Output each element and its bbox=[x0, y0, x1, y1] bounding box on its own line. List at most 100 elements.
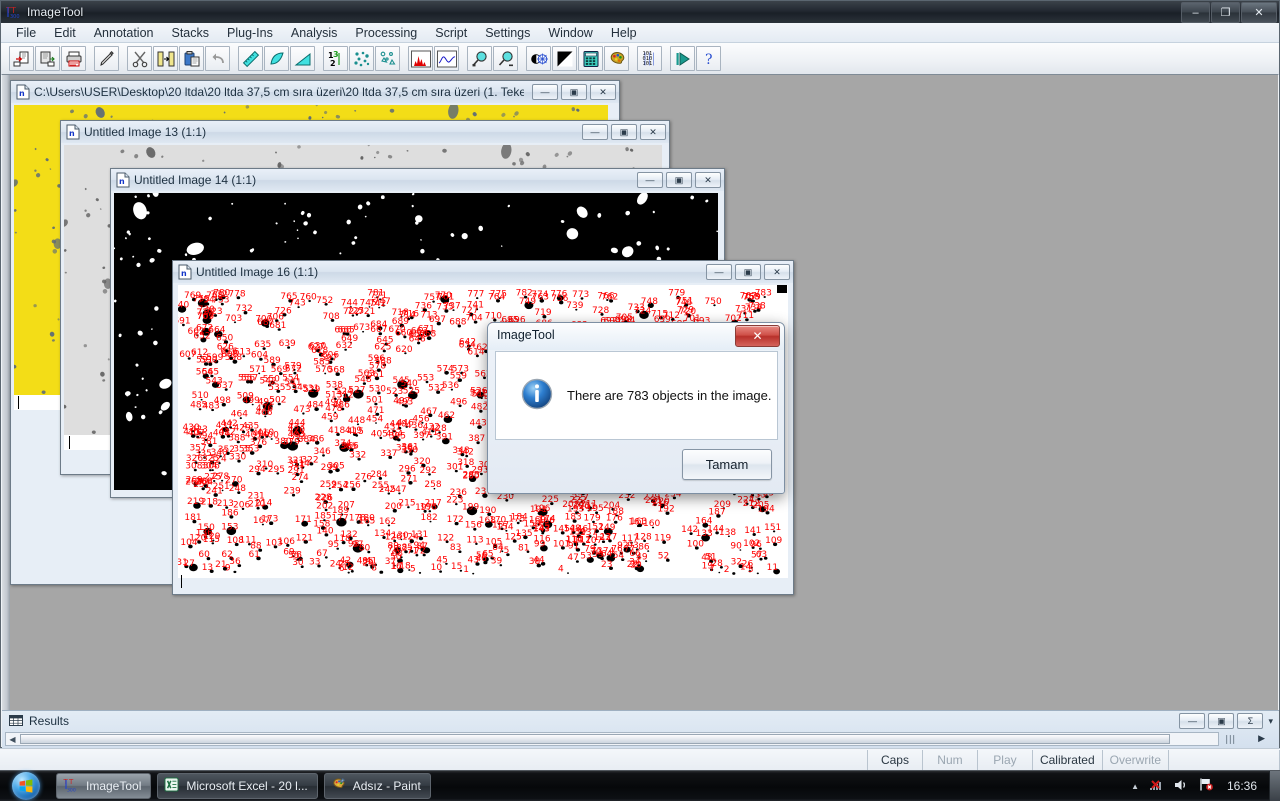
scroll-right-arrow-icon[interactable]: ▶ bbox=[1258, 733, 1265, 744]
status-play[interactable]: Play bbox=[976, 749, 1032, 770]
close-button[interactable]: Σ bbox=[1237, 713, 1264, 729]
status-overwrite[interactable]: Overwrite bbox=[1101, 749, 1168, 770]
restore-button[interactable]: ▣ bbox=[666, 172, 692, 188]
start-button[interactable] bbox=[2, 771, 50, 801]
help-icon[interactable]: ? bbox=[696, 46, 721, 71]
image-window-14-titlebar[interactable]: n Untitled Image 14 (1:1) — ▣ ✕ bbox=[111, 169, 724, 192]
close-button[interactable]: ✕ bbox=[695, 172, 721, 188]
open-image-icon[interactable] bbox=[9, 46, 34, 71]
line-profile-icon[interactable] bbox=[434, 46, 459, 71]
palette-icon[interactable] bbox=[604, 46, 629, 71]
undo-icon[interactable] bbox=[205, 46, 230, 71]
menu-analysis[interactable]: Analysis bbox=[282, 24, 347, 42]
menu-stacks[interactable]: Stacks bbox=[162, 24, 218, 42]
restore-button[interactable]: ▣ bbox=[1208, 713, 1235, 729]
restore-button[interactable]: ▣ bbox=[735, 264, 761, 280]
menu-window[interactable]: Window bbox=[539, 24, 601, 42]
count-objects-icon[interactable]: 1 3 2 bbox=[323, 46, 348, 71]
menu-help[interactable]: Help bbox=[602, 24, 646, 42]
image-window-13-titlebar[interactable]: n Untitled Image 13 (1:1) — ▣ ✕ bbox=[61, 121, 669, 144]
imagetool-message-dialog: ImageTool ✕ There are 783 objects in the… bbox=[487, 322, 785, 494]
particle-analysis-icon[interactable] bbox=[375, 46, 400, 71]
taskbar-clock[interactable]: 16:36 bbox=[1223, 779, 1261, 793]
svg-text:245: 245 bbox=[379, 485, 396, 495]
svg-text:16: 16 bbox=[390, 562, 402, 572]
dialog-close-button[interactable]: ✕ bbox=[735, 325, 780, 347]
svg-text:11: 11 bbox=[767, 563, 778, 573]
menu-annotation[interactable]: Annotation bbox=[85, 24, 163, 42]
area-measure-icon[interactable] bbox=[264, 46, 289, 71]
ruler-measure-icon[interactable] bbox=[238, 46, 263, 71]
svg-text:556: 556 bbox=[238, 373, 255, 383]
show-desktop-button[interactable] bbox=[1269, 771, 1280, 801]
restore-button[interactable]: ❐ bbox=[1211, 2, 1240, 23]
svg-text:397: 397 bbox=[413, 431, 430, 441]
paste-icon[interactable] bbox=[179, 46, 204, 71]
binary-ops-icon[interactable]: 101 010 101 bbox=[637, 46, 662, 71]
results-horizontal-scrollbar[interactable]: ◀ bbox=[5, 732, 1219, 746]
threshold-icon[interactable] bbox=[552, 46, 577, 71]
taskbar-item-paint[interactable]: Adsız - Paint bbox=[323, 773, 431, 799]
menu-script[interactable]: Script bbox=[426, 24, 476, 42]
menu-file[interactable]: File bbox=[7, 24, 45, 42]
dialog-ok-button[interactable]: Tamam bbox=[682, 449, 772, 480]
menu-edit[interactable]: Edit bbox=[45, 24, 85, 42]
object-analysis-icon[interactable] bbox=[349, 46, 374, 71]
minimize-button[interactable]: — bbox=[637, 172, 663, 188]
svg-text:395: 395 bbox=[389, 431, 406, 441]
scissors-cut-icon[interactable] bbox=[127, 46, 152, 71]
close-button[interactable]: ✕ bbox=[590, 84, 616, 100]
calculator-icon[interactable] bbox=[578, 46, 603, 71]
svg-text:177: 177 bbox=[331, 514, 348, 524]
dialog-titlebar[interactable]: ImageTool ✕ bbox=[488, 323, 784, 350]
svg-text:332: 332 bbox=[349, 451, 366, 461]
print-icon[interactable] bbox=[61, 46, 86, 71]
minimize-button[interactable]: — bbox=[706, 264, 732, 280]
contrast-icon[interactable] bbox=[526, 46, 551, 71]
restore-button[interactable]: ▣ bbox=[611, 124, 637, 140]
histogram-icon[interactable] bbox=[408, 46, 433, 71]
svg-text:223: 223 bbox=[446, 496, 463, 506]
image-window-16-titlebar[interactable]: n Untitled Image 16 (1:1) — ▣ ✕ bbox=[173, 261, 793, 284]
zoom-out-icon[interactable] bbox=[493, 46, 518, 71]
svg-text:2: 2 bbox=[724, 565, 730, 575]
menu-settings[interactable]: Settings bbox=[476, 24, 539, 42]
svg-text:707: 707 bbox=[197, 312, 214, 322]
close-button[interactable]: ✕ bbox=[1241, 2, 1277, 23]
results-panel: Results — ▣ Σ ▾ ◀ ∣∣∣ ▶ bbox=[2, 710, 1279, 748]
minimize-button[interactable]: — bbox=[582, 124, 608, 140]
show-hidden-icons-button[interactable]: ▲ bbox=[1131, 782, 1139, 791]
svg-text:119: 119 bbox=[654, 534, 671, 544]
close-button[interactable]: ✕ bbox=[764, 264, 790, 280]
minimize-button[interactable]: – bbox=[1181, 2, 1210, 23]
menu-plugins[interactable]: Plug-Ins bbox=[218, 24, 282, 42]
scroll-left-arrow-icon[interactable]: ◀ bbox=[6, 733, 19, 745]
minimize-button[interactable]: — bbox=[1179, 713, 1206, 729]
network-disconnected-icon[interactable] bbox=[1148, 777, 1164, 795]
image-window-source-titlebar[interactable]: n C:\Users\USER\Desktop\20 ltda\20 ltda … bbox=[11, 81, 619, 104]
status-num[interactable]: Num bbox=[921, 749, 977, 770]
status-caps[interactable]: Caps bbox=[866, 749, 922, 770]
minimize-button[interactable]: — bbox=[532, 84, 558, 100]
run-macro-icon[interactable] bbox=[670, 46, 695, 71]
svg-text:140: 140 bbox=[316, 526, 333, 536]
svg-text:466: 466 bbox=[255, 408, 272, 418]
scrollbar-thumb[interactable] bbox=[20, 734, 1170, 744]
svg-text:292: 292 bbox=[420, 466, 437, 476]
status-calibrated[interactable]: Calibrated bbox=[1031, 749, 1102, 770]
angle-measure-icon[interactable] bbox=[290, 46, 315, 71]
copy-region-icon[interactable] bbox=[153, 46, 178, 71]
taskbar-item-excel[interactable]: Microsoft Excel - 20 l... bbox=[157, 773, 318, 799]
flag-action-center-icon[interactable] bbox=[1198, 777, 1214, 795]
zoom-in-icon[interactable] bbox=[467, 46, 492, 71]
taskbar-item-imagetool[interactable]: T T 300 ImageTool bbox=[56, 773, 152, 799]
pencil-icon[interactable] bbox=[94, 46, 119, 71]
svg-text:186: 186 bbox=[221, 508, 238, 518]
close-button[interactable]: ✕ bbox=[640, 124, 666, 140]
restore-button[interactable]: ▣ bbox=[561, 84, 587, 100]
chevron-down-icon[interactable]: ▾ bbox=[1266, 716, 1275, 727]
svg-text:667: 667 bbox=[370, 325, 387, 335]
menu-processing[interactable]: Processing bbox=[346, 24, 426, 42]
volume-icon[interactable] bbox=[1173, 778, 1189, 795]
save-image-icon[interactable] bbox=[35, 46, 60, 71]
